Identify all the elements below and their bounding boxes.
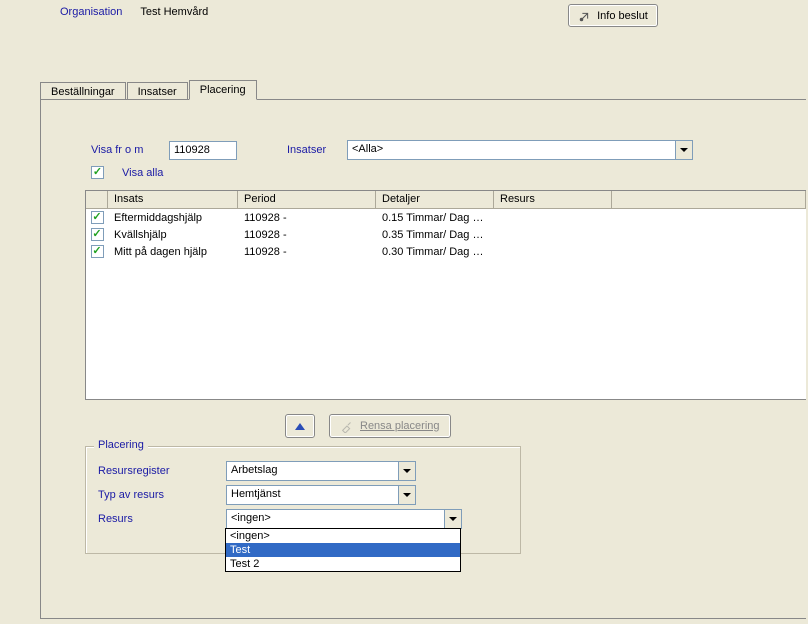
cell-period: 110928 - [238,228,376,242]
info-icon [578,9,592,23]
typ-label: Typ av resurs [98,489,226,501]
dropdown-option[interactable]: Test 2 [226,557,460,571]
table-row[interactable]: Mitt på dagen hjälp110928 -0.30 Timmar/ … [86,243,806,260]
visa-from-label: Visa fr o m [91,144,169,156]
placering-title: Placering [94,439,148,451]
tab-page-placering: Visa fr o m Insatser <Alla> Visa alla In… [40,99,806,619]
visa-alla-row: Visa alla [91,166,163,179]
tabstrip: Beställningar Insatser Placering [40,80,258,100]
typ-combo[interactable]: Hemtjänst [226,485,416,505]
cell-resurs [494,251,612,253]
visa-alla-checkbox[interactable] [91,166,104,179]
cell-detaljer: 0.35 Timmar/ Dag Var... [376,228,494,242]
rensa-placering-button: Rensa placering [329,414,451,438]
col-checkbox[interactable] [86,191,108,209]
grid-body: Eftermiddagshjälp110928 -0.15 Timmar/ Da… [86,209,806,260]
resursregister-row: Resursregister Arbetslag [98,461,508,481]
dropdown-option[interactable]: Test [226,543,460,557]
resurs-value: <ingen> [227,510,444,528]
organisation-label: Organisation [60,6,122,18]
window: Organisation Test Hemvård Info beslut Be… [0,0,808,624]
visa-alla-label: Visa alla [122,167,163,179]
row-checkbox[interactable] [91,245,104,258]
col-period[interactable]: Period [238,191,376,209]
typ-value: Hemtjänst [227,486,398,504]
chevron-down-icon[interactable] [444,510,461,528]
resurs-label: Resurs [98,513,226,525]
filter-row: Visa fr o m Insatser <Alla> [91,140,786,160]
info-beslut-button[interactable]: Info beslut [568,4,658,27]
chevron-down-icon[interactable] [398,462,415,480]
dropdown-option[interactable]: <ingen> [226,529,460,543]
tab-placering[interactable]: Placering [189,80,257,100]
grid-header: Insats Period Detaljer Resurs [86,191,806,209]
insatser-filter-combo[interactable]: <Alla> [347,140,693,160]
table-row[interactable]: Eftermiddagshjälp110928 -0.15 Timmar/ Da… [86,209,806,226]
cell-detaljer: 0.15 Timmar/ Dag Var... [376,211,494,225]
insatser-filter-value: <Alla> [348,141,675,159]
chevron-down-icon[interactable] [675,141,692,159]
resurs-combo[interactable]: <ingen> [226,509,462,529]
cell-insats: Mitt på dagen hjälp [108,245,238,259]
cell-period: 110928 - [238,211,376,225]
cell-insats: Kvällshjälp [108,228,238,242]
resurs-dropdown-list[interactable]: <ingen>TestTest 2 [225,528,461,572]
cell-spacer [612,234,806,236]
cell-spacer [612,217,806,219]
row-checkbox[interactable] [91,211,104,224]
cell-period: 110928 - [238,245,376,259]
cell-detaljer: 0.30 Timmar/ Dag Var... [376,245,494,259]
resursregister-label: Resursregister [98,465,226,477]
rensa-placering-label: Rensa placering [360,420,440,432]
collapse-button[interactable] [285,414,315,438]
col-resurs[interactable]: Resurs [494,191,612,209]
insatser-filter-label: Insatser [287,144,347,156]
broom-icon [340,419,354,433]
cell-insats: Eftermiddagshjälp [108,211,238,225]
insats-grid: Insats Period Detaljer Resurs Eftermidda… [85,190,806,400]
resurs-row: Resurs <ingen> [98,509,508,529]
col-insats[interactable]: Insats [108,191,238,209]
organisation-value: Test Hemvård [140,6,208,18]
chevron-down-icon[interactable] [398,486,415,504]
cell-resurs [494,234,612,236]
table-row[interactable]: Kvällshjälp110928 -0.35 Timmar/ Dag Var.… [86,226,806,243]
cell-spacer [612,251,806,253]
row-checkbox[interactable] [91,228,104,241]
chevron-up-icon [295,423,305,430]
top-bar: Organisation Test Hemvård Info beslut [60,6,798,18]
mid-buttons: Rensa placering [285,414,451,438]
info-beslut-label: Info beslut [597,10,648,22]
cell-resurs [494,217,612,219]
typ-row: Typ av resurs Hemtjänst [98,485,508,505]
visa-from-input[interactable] [169,141,237,160]
resursregister-combo[interactable]: Arbetslag [226,461,416,481]
col-spacer [612,191,806,209]
resursregister-value: Arbetslag [227,462,398,480]
col-detaljer[interactable]: Detaljer [376,191,494,209]
